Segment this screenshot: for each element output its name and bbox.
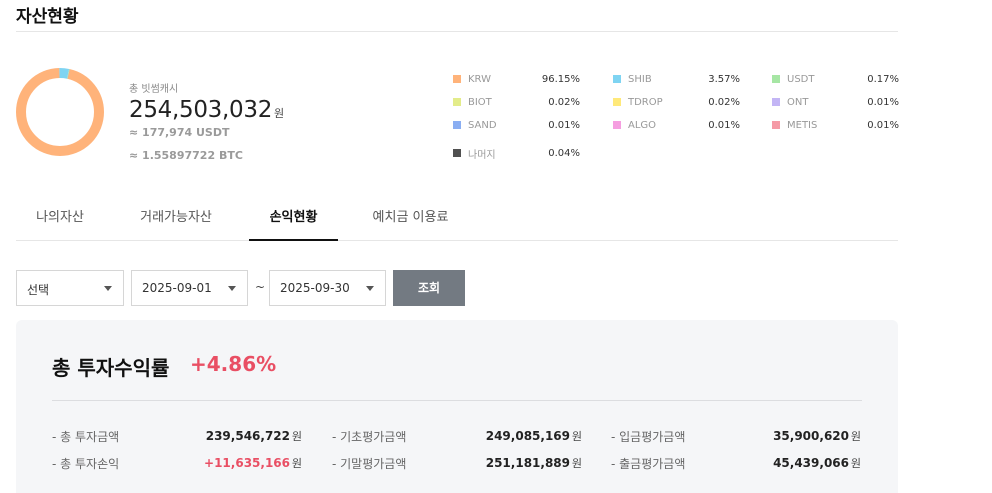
stat-total-profit: - 총 투자손익 +11,635,166 원 <box>52 455 302 471</box>
legend-asset-name: ONT <box>787 96 809 108</box>
stat-unit: 원 <box>850 430 861 443</box>
asset-donut-chart <box>16 68 104 156</box>
stat-value: 249,085,169 <box>485 429 570 443</box>
total-return-title: 총 투자수익률 <box>52 356 170 380</box>
chevron-down-icon <box>366 286 374 291</box>
stat-unit: 원 <box>291 430 302 443</box>
legend-item: SAND 0.01% <box>453 118 580 132</box>
tab-profit-loss[interactable]: 손익현황 <box>249 206 338 241</box>
legend-asset-percent: 0.02% <box>708 96 740 108</box>
legend-asset-percent: 0.04% <box>548 147 580 159</box>
legend-asset-name: SAND <box>468 119 497 131</box>
legend-item: SHIB 3.57% <box>613 72 740 86</box>
legend-asset-percent: 0.17% <box>867 73 899 85</box>
stat-label: - 총 투자금액 <box>52 429 120 444</box>
legend-item: ONT 0.01% <box>772 95 899 109</box>
tab-tradable-assets[interactable]: 거래가능자산 <box>124 206 228 241</box>
asset-tabs: 나의자산 거래가능자산 손익현황 예치금 이용료 <box>16 196 898 241</box>
search-button[interactable]: 조회 <box>393 270 465 306</box>
legend-asset-percent: 96.15% <box>541 73 580 85</box>
legend-swatch <box>772 121 780 129</box>
legend-item: ALGO 0.01% <box>613 118 740 132</box>
legend-asset-percent: 0.01% <box>867 96 899 108</box>
total-balance-value: 254,503,032 <box>129 97 273 123</box>
total-balance: 총 빗썸캐시 254,503,032 원 ≈ 177,974 USDT ≈ 1.5… <box>129 80 284 162</box>
legend-swatch <box>453 98 461 106</box>
legend-swatch <box>453 75 461 83</box>
start-date-select[interactable]: 2025-09-01 <box>131 270 248 306</box>
donut-slice <box>16 68 104 156</box>
legend-asset-name: 나머지 <box>468 149 496 161</box>
tab-deposit-fee[interactable]: 예치금 이용료 <box>358 206 463 241</box>
stat-value: 251,181,889 <box>485 456 570 470</box>
legend-asset-name: METIS <box>787 119 818 131</box>
total-balance-amount: 254,503,032 원 <box>129 97 284 123</box>
stat-value: 239,546,722 <box>205 429 290 443</box>
legend-swatch <box>453 149 461 157</box>
stat-deposit-valuation: - 입금평가금액 35,900,620 원 <box>611 428 861 444</box>
chevron-down-icon <box>104 286 112 291</box>
legend-item: KRW 96.15% <box>453 72 580 86</box>
type-select-value: 선택 <box>27 283 50 297</box>
legend-asset-name: TDROP <box>628 96 663 108</box>
stat-label: - 기말평가금액 <box>332 456 407 471</box>
stat-total-investment: - 총 투자금액 239,546,722 원 <box>52 428 302 444</box>
title-divider <box>16 31 898 32</box>
total-balance-unit: 원 <box>274 107 284 120</box>
stat-opening-valuation: - 기초평가금액 249,085,169 원 <box>332 428 582 444</box>
legend-asset-name: KRW <box>468 73 491 85</box>
legend-asset-percent: 3.57% <box>708 73 740 85</box>
end-date-select[interactable]: 2025-09-30 <box>269 270 386 306</box>
legend-asset-percent: 0.01% <box>548 119 580 131</box>
usdt-conversion: ≈ 177,974 USDT <box>129 126 230 139</box>
legend-item: TDROP 0.02% <box>613 95 740 109</box>
chevron-down-icon <box>228 286 236 291</box>
stat-label: - 출금평가금액 <box>611 456 686 471</box>
stat-label: - 총 투자손익 <box>52 456 120 471</box>
stat-value: 35,900,620 <box>773 429 849 443</box>
stat-closing-valuation: - 기말평가금액 251,181,889 원 <box>332 455 582 471</box>
legend-item: 나머지 0.04% <box>453 146 580 161</box>
stat-label: - 입금평가금액 <box>611 429 686 444</box>
stat-unit: 원 <box>850 457 861 470</box>
btc-conversion: ≈ 1.55897722 BTC <box>129 149 243 162</box>
legend-asset-name: SHIB <box>628 73 652 85</box>
legend-asset-name: BIOT <box>468 96 492 108</box>
start-date-value: 2025-09-01 <box>142 281 212 295</box>
date-range-separator: ~ <box>255 280 266 294</box>
stat-label: - 기초평가금액 <box>332 429 407 444</box>
legend-asset-percent: 0.01% <box>708 119 740 131</box>
legend-swatch <box>772 75 780 83</box>
stat-unit: 원 <box>571 430 582 443</box>
total-balance-label: 총 빗썸캐시 <box>129 84 179 95</box>
stat-unit: 원 <box>571 457 582 470</box>
allocation-legend: KRW 96.15% SHIB 3.57% USDT 0.17% BIOT 0.02% TDRO… <box>453 72 899 162</box>
tab-my-assets[interactable]: 나의자산 <box>16 206 104 241</box>
type-select[interactable]: 선택 <box>16 270 124 306</box>
summary-divider <box>52 400 862 401</box>
legend-swatch <box>613 75 621 83</box>
stat-unit: 원 <box>291 457 302 470</box>
legend-item: BIOT 0.02% <box>453 95 580 109</box>
total-return-rate: +4.86% <box>190 352 277 376</box>
legend-asset-percent: 0.02% <box>548 96 580 108</box>
stat-value: 45,439,066 <box>773 456 849 470</box>
stat-withdrawal-valuation: - 출금평가금액 45,439,066 원 <box>611 455 861 471</box>
end-date-value: 2025-09-30 <box>280 281 350 295</box>
legend-swatch <box>772 98 780 106</box>
page-title: 자산현황 <box>16 7 79 27</box>
legend-swatch <box>613 98 621 106</box>
profit-summary-panel: 총 투자수익률 +4.86% - 총 투자금액 239,546,722 원 - … <box>16 320 898 493</box>
legend-item: METIS 0.01% <box>772 118 899 132</box>
legend-asset-name: USDT <box>787 73 815 85</box>
legend-swatch <box>453 121 461 129</box>
legend-asset-percent: 0.01% <box>867 119 899 131</box>
legend-swatch <box>613 121 621 129</box>
legend-item: USDT 0.17% <box>772 72 899 86</box>
stat-value: +11,635,166 <box>204 456 290 470</box>
legend-asset-name: ALGO <box>628 119 657 131</box>
